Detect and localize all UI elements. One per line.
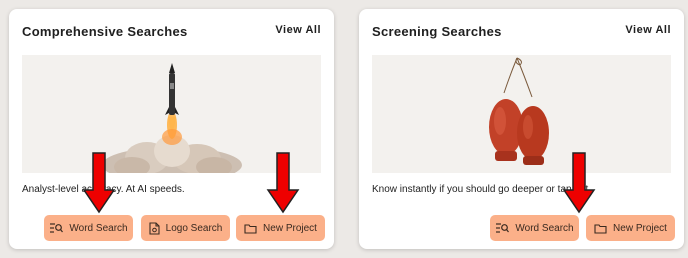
button-label: Word Search [69,222,128,234]
boxing-gloves-image [372,55,671,173]
card-tagline: Know instantly if you should go deeper o… [372,184,592,195]
annotation-arrow-down-icon [266,152,300,214]
logo-search-button[interactable]: Logo Search [141,215,230,241]
view-all-link[interactable]: View All [625,24,671,36]
folder-icon [594,223,607,234]
button-label: New Project [613,222,667,234]
word-search-button[interactable]: Word Search [490,215,579,241]
card-title: Comprehensive Searches [22,24,188,39]
word-search-icon [50,223,64,233]
logo-document-icon [149,221,160,235]
view-all-link[interactable]: View All [275,24,321,36]
annotation-arrow-down-icon [562,152,596,214]
card-title: Screening Searches [372,24,502,39]
annotation-arrow-down-icon [82,152,116,214]
word-search-icon [496,223,510,233]
button-label: New Project [263,222,317,234]
button-label: Logo Search [165,222,223,234]
new-project-button[interactable]: New Project [586,215,675,241]
screening-searches-card: Screening Searches View All Know instant… [359,9,684,249]
new-project-button[interactable]: New Project [236,215,325,241]
button-label: Word Search [515,222,574,234]
folder-icon [244,223,257,234]
word-search-button[interactable]: Word Search [44,215,133,241]
